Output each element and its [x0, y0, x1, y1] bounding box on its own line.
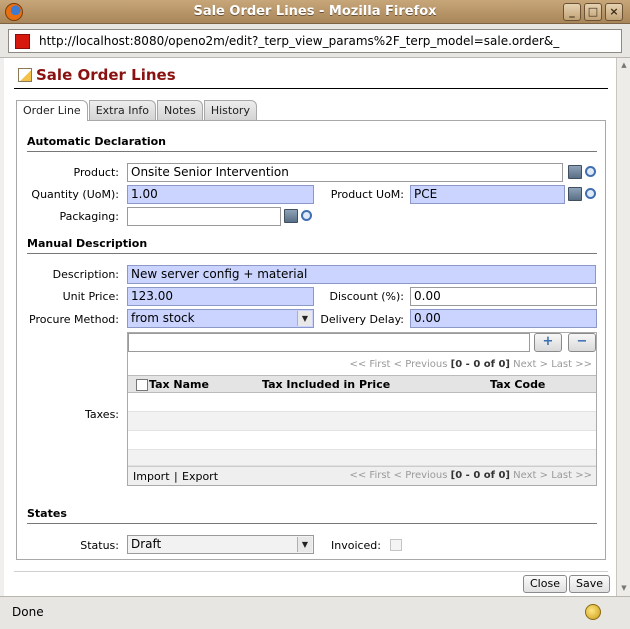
discount-label: Discount (%):: [329, 290, 404, 303]
product-uom-label: Product UoM:: [330, 188, 404, 201]
url-field[interactable]: http://localhost:8080/openo2m/edit?_terp…: [8, 29, 622, 53]
title-divider: [14, 88, 608, 89]
packaging-label: Packaging:: [59, 210, 119, 223]
page-content: ▲ ▼ Sale Order Lines Order Line Extra In…: [0, 58, 630, 596]
table-row: [128, 450, 596, 466]
table-row: [128, 393, 596, 412]
pager-first-link[interactable]: << First: [349, 359, 390, 370]
top-pager: << First < Previous [0 - 0 of 0] Next > …: [349, 359, 592, 370]
pager-previous-link[interactable]: < Previous: [394, 470, 448, 481]
taxes-label: Taxes:: [84, 408, 119, 421]
bottom-pager: << First < Previous [0 - 0 of 0] Next > …: [349, 470, 592, 481]
unit-price-field[interactable]: 123.00: [127, 287, 314, 306]
tab-bar: Order Line Extra Info Notes History: [16, 100, 258, 121]
procure-method-select[interactable]: from stock ▼: [127, 309, 314, 328]
tab-history[interactable]: History: [203, 100, 257, 120]
discount-field[interactable]: 0.00: [410, 287, 597, 306]
minimize-button[interactable]: _: [563, 3, 581, 21]
tab-order-line[interactable]: Order Line: [16, 100, 88, 121]
taxes-grid: + − << First < Previous [0 - 0 of 0] Nex…: [127, 332, 597, 486]
table-row: [128, 412, 596, 431]
maximize-button[interactable]: □: [584, 3, 602, 21]
close-button[interactable]: Close: [523, 575, 567, 593]
delivery-delay-field[interactable]: 0.00: [410, 309, 597, 328]
remove-tax-button[interactable]: −: [568, 333, 596, 352]
pager-last-link[interactable]: Last >>: [551, 470, 592, 481]
col-tax-code[interactable]: Tax Code: [490, 378, 545, 391]
stop-icon[interactable]: [15, 34, 30, 49]
section-manual-description: Manual Description: [27, 237, 597, 254]
tab-extra-info[interactable]: Extra Info: [88, 100, 157, 120]
pager-next-link[interactable]: Next >: [513, 359, 548, 370]
product-search-icon[interactable]: [585, 166, 596, 177]
delivery-delay-label: Delivery Delay:: [320, 313, 404, 326]
close-window-button[interactable]: ×: [605, 3, 623, 21]
description-label: Description:: [52, 268, 119, 281]
invoiced-checkbox[interactable]: [390, 539, 402, 551]
page-title-text: Sale Order Lines: [36, 66, 176, 84]
col-tax-name[interactable]: Tax Name: [149, 378, 209, 391]
export-link[interactable]: Export: [182, 470, 218, 483]
packaging-search-icon[interactable]: [301, 210, 312, 221]
quantity-field[interactable]: 1.00: [127, 185, 314, 204]
footer-separator: |: [174, 470, 178, 483]
section-states: States: [27, 507, 597, 524]
uom-open-icon[interactable]: [568, 187, 582, 201]
taxes-grid-header: Tax Name Tax Included in Price Tax Code: [128, 375, 596, 393]
table-row: [128, 431, 596, 450]
product-open-icon[interactable]: [568, 165, 582, 179]
product-uom-field[interactable]: PCE: [410, 185, 565, 204]
procure-method-value: from stock: [131, 311, 195, 325]
unit-price-label: Unit Price:: [62, 290, 119, 303]
chevron-down-icon[interactable]: ▼: [297, 311, 312, 326]
form-actions: Close Save: [14, 571, 611, 593]
packaging-open-icon[interactable]: [284, 209, 298, 223]
status-select[interactable]: Draft ▼: [127, 535, 314, 554]
chevron-down-icon[interactable]: ▼: [297, 537, 312, 552]
status-value: Draft: [131, 537, 162, 551]
pager-previous-link[interactable]: < Previous: [394, 359, 448, 370]
pager-last-link[interactable]: Last >>: [551, 359, 592, 370]
edit-form-icon: [18, 68, 32, 82]
save-button[interactable]: Save: [569, 575, 611, 593]
import-link[interactable]: Import: [133, 470, 170, 483]
order-line-panel: Automatic Declaration Product: Onsite Se…: [16, 120, 606, 560]
col-tax-included[interactable]: Tax Included in Price: [262, 378, 390, 391]
uom-search-icon[interactable]: [585, 188, 596, 199]
pager-next-link[interactable]: Next >: [513, 470, 548, 481]
pager-first-link[interactable]: << First: [349, 470, 390, 481]
status-text: Done: [12, 605, 44, 619]
add-tax-button[interactable]: +: [534, 333, 562, 352]
product-field[interactable]: Onsite Senior Intervention: [127, 163, 563, 182]
packaging-field[interactable]: [127, 207, 281, 226]
window-title: Sale Order Lines - Mozilla Firefox: [193, 4, 437, 19]
taxes-grid-footer: Import | Export << First < Previous [0 -…: [128, 466, 596, 485]
page-title: Sale Order Lines: [18, 66, 176, 84]
browser-statusbar: Done: [0, 596, 630, 629]
invoiced-label: Invoiced:: [330, 539, 381, 552]
product-label: Product:: [73, 166, 119, 179]
section-automatic-declaration: Automatic Declaration: [27, 135, 597, 152]
description-field[interactable]: New server config + material: [127, 265, 596, 284]
status-label: Status:: [80, 539, 119, 552]
pager-range: [0 - 0 of 0]: [450, 359, 510, 370]
security-icon[interactable]: [585, 604, 601, 620]
pager-range: [0 - 0 of 0]: [450, 470, 510, 481]
select-all-checkbox[interactable]: [136, 379, 148, 391]
window-titlebar: Sale Order Lines - Mozilla Firefox _ □ ×: [0, 0, 630, 24]
procure-method-label: Procure Method:: [29, 313, 119, 326]
url-text: http://localhost:8080/openo2m/edit?_terp…: [39, 34, 560, 48]
quantity-label: Quantity (UoM):: [31, 188, 119, 201]
scroll-down-icon[interactable]: ▼: [618, 582, 630, 595]
address-bar-area: http://localhost:8080/openo2m/edit?_terp…: [0, 24, 630, 58]
tab-notes[interactable]: Notes: [157, 100, 203, 120]
taxes-search-input[interactable]: [128, 333, 530, 352]
vertical-scrollbar[interactable]: ▲ ▼: [616, 58, 630, 596]
scroll-up-icon[interactable]: ▲: [618, 59, 630, 72]
